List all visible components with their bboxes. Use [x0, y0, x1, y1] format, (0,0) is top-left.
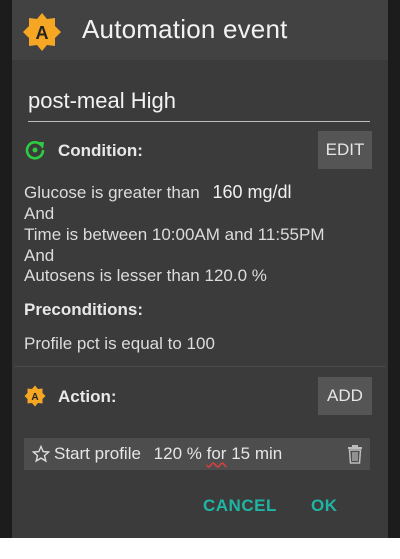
action-label: Action: — [58, 387, 117, 406]
condition-glucose-value: 160 mg/dl — [212, 182, 292, 202]
action-item-pct: 120 % — [153, 444, 202, 463]
dialog-title: Automation event — [82, 14, 288, 44]
condition-line-glucose[interactable]: Glucose is greater than 160 mg/dl — [24, 182, 292, 203]
star-icon — [32, 445, 50, 463]
action-item-row[interactable]: Start profile 120 % for 15 min — [24, 438, 370, 470]
cancel-button[interactable]: CANCEL — [203, 496, 277, 516]
condition-line-and-1: And — [24, 204, 55, 223]
condition-label: Condition: — [58, 141, 143, 160]
action-item-name: Start profile — [54, 444, 141, 463]
preconditions-label: Preconditions: — [24, 300, 144, 319]
app-logo-letter: A — [36, 23, 49, 43]
action-item-for: for — [206, 444, 227, 463]
event-name-input[interactable]: post-meal High — [28, 88, 370, 122]
edit-condition-button[interactable]: EDIT — [318, 131, 372, 169]
add-action-button[interactable]: ADD — [318, 377, 372, 415]
condition-glucose-text: Glucose is greater than — [24, 183, 200, 202]
condition-line-time[interactable]: Time is between 10:00AM and 11:55PM — [24, 225, 325, 245]
action-badge-letter: A — [31, 392, 38, 403]
condition-line-autosens[interactable]: Autosens is lesser than 120.0 % — [24, 266, 267, 286]
app-logo-icon: A — [23, 13, 61, 51]
refresh-icon — [25, 141, 45, 160]
action-item-duration: 15 min — [231, 444, 283, 463]
precondition-line-profile: Profile pct is equal to 100 — [24, 334, 215, 353]
section-divider — [14, 366, 386, 367]
trash-icon[interactable] — [346, 444, 364, 464]
condition-line-and-2: And — [24, 246, 55, 265]
action-badge-icon: A — [24, 385, 46, 407]
action-item-text: Start profile 120 % for 15 min — [54, 444, 282, 464]
dialog-header: A Automation event — [0, 0, 400, 62]
ok-button[interactable]: OK — [311, 496, 338, 516]
